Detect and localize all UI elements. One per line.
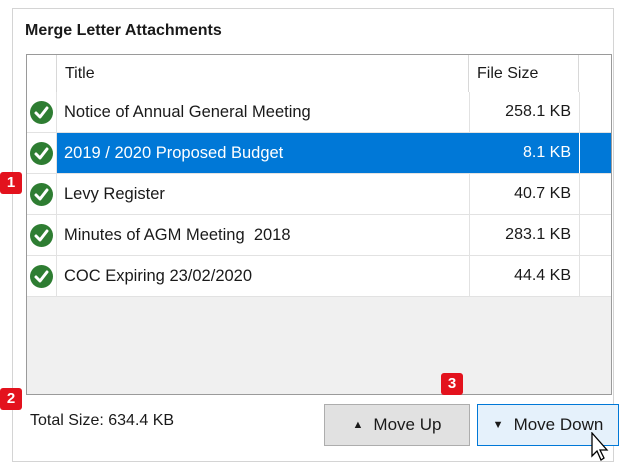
triangle-down-icon: ▼ (492, 419, 504, 431)
table-row[interactable]: 2019 / 2020 Proposed Budget 8.1 KB (27, 133, 611, 174)
row-file-size: 44.4 KB (514, 267, 571, 284)
callout-badge-3: 3 (441, 373, 463, 395)
check-circle-icon (30, 142, 53, 165)
row-file-size: 258.1 KB (505, 103, 571, 120)
move-up-button[interactable]: ▲ Move Up (324, 404, 470, 446)
move-up-label: Move Up (373, 415, 442, 434)
total-size-label: Total Size: 634.4 KB (30, 412, 175, 429)
row-file-size: 8.1 KB (522, 144, 571, 161)
column-header-file-size[interactable]: File Size (469, 55, 579, 92)
attachments-grid[interactable]: Title File Size Notice of Annual General… (26, 54, 612, 395)
row-file-size: 40.7 KB (514, 185, 571, 202)
table-row[interactable]: Minutes of AGM Meeting 2018 283.1 KB (27, 215, 611, 256)
callout-badge-2: 2 (0, 388, 22, 410)
row-title: Minutes of AGM Meeting 2018 (64, 226, 291, 244)
table-row[interactable]: COC Expiring 23/02/2020 44.4 KB (27, 256, 611, 297)
header-icon-column (27, 55, 57, 92)
row-file-size: 283.1 KB (505, 226, 571, 243)
row-title: Levy Register (64, 185, 165, 203)
check-circle-icon (30, 224, 53, 247)
column-header-title[interactable]: Title (57, 55, 469, 92)
mouse-pointer-icon (591, 432, 609, 461)
table-row[interactable]: Levy Register 40.7 KB (27, 174, 611, 215)
check-circle-icon (30, 265, 53, 288)
row-title: 2019 / 2020 Proposed Budget (64, 144, 284, 162)
row-title: Notice of Annual General Meeting (64, 103, 311, 121)
check-circle-icon (30, 101, 53, 124)
row-title: COC Expiring 23/02/2020 (64, 267, 253, 285)
check-circle-icon (30, 183, 53, 206)
panel-title: Merge Letter Attachments (25, 22, 222, 39)
triangle-up-icon: ▲ (352, 419, 364, 431)
table-row[interactable]: Notice of Annual General Meeting 258.1 K… (27, 92, 611, 133)
grid-header: Title File Size (27, 55, 611, 93)
callout-badge-1: 1 (0, 172, 22, 194)
